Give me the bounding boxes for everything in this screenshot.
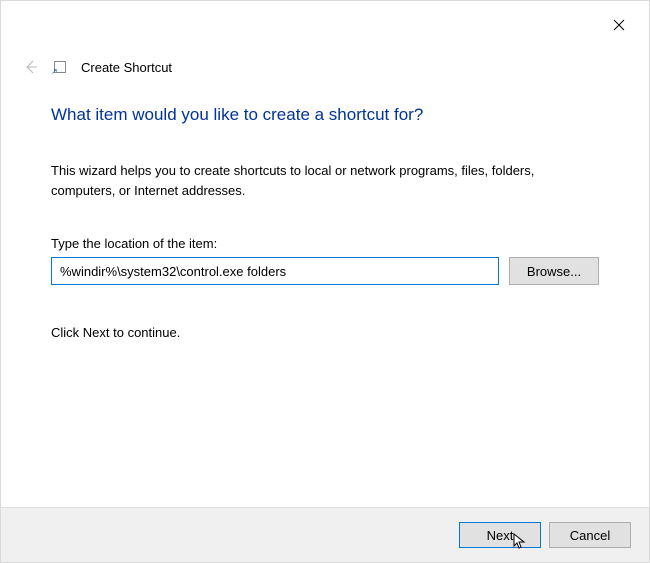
location-input[interactable]: [51, 257, 499, 285]
close-icon: [613, 19, 625, 31]
back-arrow-icon: [23, 59, 39, 75]
cancel-button[interactable]: Cancel: [549, 522, 631, 548]
back-button[interactable]: [23, 59, 39, 75]
main-heading: What item would you like to create a sho…: [51, 105, 599, 125]
location-label: Type the location of the item:: [51, 236, 599, 251]
header-row: Create Shortcut: [1, 59, 649, 75]
close-button[interactable]: [609, 15, 629, 35]
continue-instruction: Click Next to continue.: [51, 325, 599, 340]
dialog-footer: Next Cancel: [1, 507, 649, 562]
next-button[interactable]: Next: [459, 522, 541, 548]
content-area: What item would you like to create a sho…: [1, 105, 649, 507]
wizard-description: This wizard helps you to create shortcut…: [51, 161, 599, 200]
browse-button[interactable]: Browse...: [509, 257, 599, 285]
create-shortcut-dialog: Create Shortcut What item would you like…: [0, 0, 650, 563]
titlebar: [1, 1, 649, 49]
input-row: Browse...: [51, 257, 599, 285]
dialog-title: Create Shortcut: [81, 60, 172, 75]
shortcut-icon: [53, 60, 67, 74]
